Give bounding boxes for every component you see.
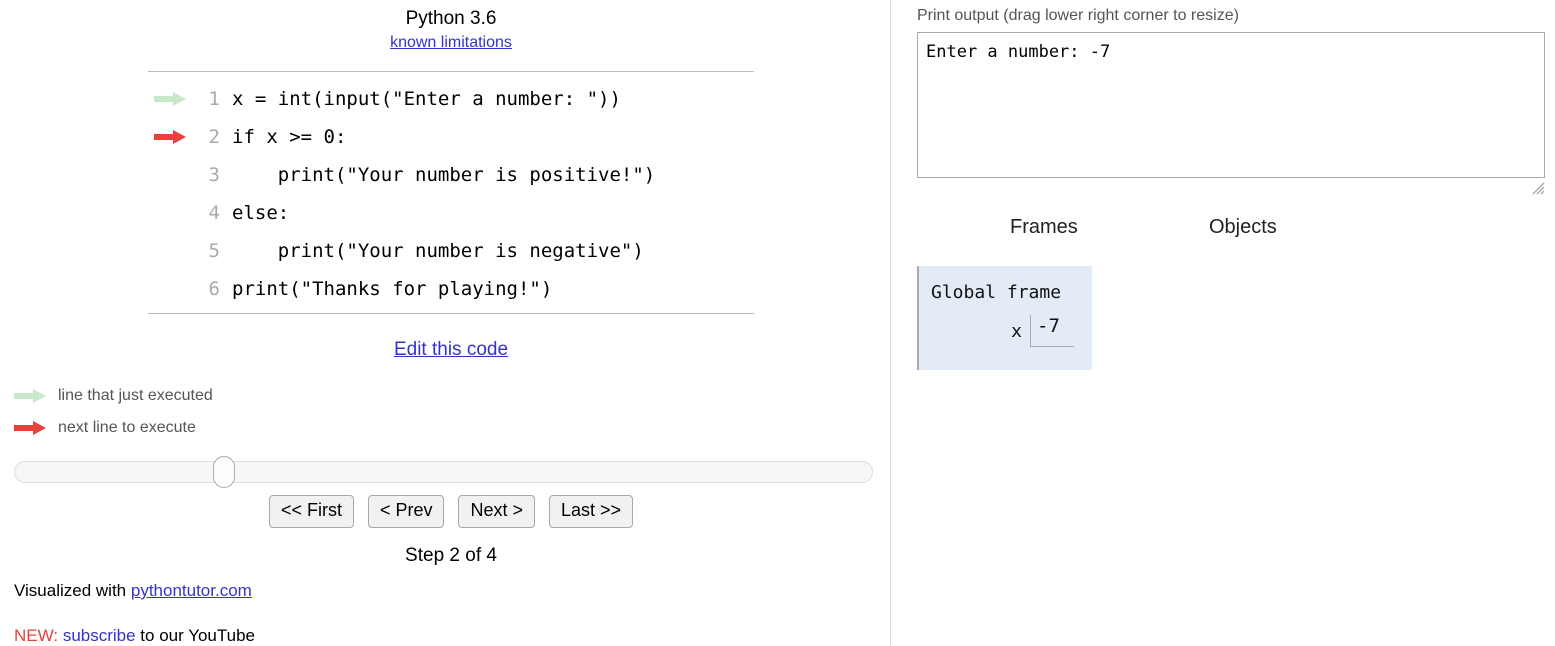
frame-variable-row: x -7 <box>919 315 1092 347</box>
line-number: 1 <box>208 88 220 110</box>
code-line-row: 2 if x >= 0: <box>148 118 655 156</box>
code-text[interactable]: print("Your number is negative") <box>232 232 655 270</box>
frame-variables: x -7 <box>919 315 1092 347</box>
step-controls: << First < Prev Next > Last >> <box>148 495 754 528</box>
code-line-row: 3 print("Your number is positive!") <box>148 156 656 194</box>
language-title: Python 3.6 <box>405 8 497 29</box>
print-output-label: Print output (drag lower right corner to… <box>917 7 1239 24</box>
objects-header: Objects <box>1209 216 1277 238</box>
execution-arrow-cell <box>148 232 194 270</box>
line-number: 2 <box>208 126 220 148</box>
slider-handle[interactable] <box>213 456 235 488</box>
just-executed-arrow-icon <box>154 92 188 106</box>
last-button[interactable]: Last >> <box>549 495 634 528</box>
frames-header: Frames <box>1010 216 1078 238</box>
execution-arrow-cell <box>148 118 194 156</box>
code-panel: Python 3.6 known limitations 1 x = int(i… <box>0 0 890 646</box>
execution-slider[interactable] <box>14 456 873 488</box>
legend-label-just-executed: line that just executed <box>58 387 213 404</box>
execution-arrow-cell <box>148 270 194 308</box>
code-bottom-divider <box>148 313 754 314</box>
line-number: 3 <box>208 164 220 186</box>
print-output-textarea[interactable] <box>917 32 1545 178</box>
pane-headers: Frames Objects <box>891 216 1555 246</box>
execution-legend: line that just executed next line to exe… <box>14 380 213 444</box>
code-text[interactable]: x = int(input("Enter a number: ")) <box>232 80 655 118</box>
subscribe-link[interactable]: subscribe <box>63 626 136 645</box>
just-executed-arrow-icon <box>14 389 48 403</box>
promo-suffix: to our YouTube <box>135 626 255 645</box>
code-line-row: 5 print("Your number is negative") <box>148 232 655 270</box>
credit-prefix: Visualized with <box>14 581 131 600</box>
legend-row-next-line: next line to execute <box>14 412 213 444</box>
next-button[interactable]: Next > <box>458 495 536 528</box>
code-listing: 1 x = int(input("Enter a number: ")) 2 i… <box>148 80 655 308</box>
credit-line: Visualized with pythontutor.com <box>14 581 252 601</box>
step-counter: Step 2 of 4 <box>405 545 497 566</box>
variable-name: x <box>1011 320 1022 342</box>
legend-label-next-line: next line to execute <box>58 419 196 436</box>
next-line-arrow-icon <box>154 130 188 144</box>
code-text[interactable]: if x >= 0: <box>232 118 655 156</box>
variable-value: -7 <box>1030 315 1074 347</box>
global-frame-title: Global frame <box>931 282 1062 303</box>
promo-new-badge: NEW: <box>14 626 59 645</box>
prev-button[interactable]: < Prev <box>367 495 445 528</box>
edit-this-code-link[interactable]: Edit this code <box>394 339 508 360</box>
pythontutor-link[interactable]: pythontutor.com <box>131 581 252 600</box>
edit-code: Edit this code <box>148 339 754 361</box>
line-number: 4 <box>208 202 220 224</box>
next-line-arrow-icon <box>14 421 48 435</box>
promo-line: NEW: subscribe to our YouTube <box>14 626 255 646</box>
global-frame: Global frame x -7 <box>917 266 1092 370</box>
code-text[interactable]: print("Your number is positive!") <box>232 156 656 194</box>
line-number: 5 <box>208 240 220 262</box>
execution-arrow-cell <box>148 194 194 232</box>
known-limitations-link[interactable]: known limitations <box>390 34 512 51</box>
line-number: 6 <box>208 278 220 300</box>
legend-row-just-executed: line that just executed <box>14 380 213 412</box>
code-text[interactable]: else: <box>232 194 655 232</box>
code-line-row: 4 else: <box>148 194 655 232</box>
execution-arrow-cell <box>148 156 194 194</box>
known-limitations: known limitations <box>148 34 754 52</box>
execution-arrow-cell <box>148 80 194 118</box>
code-text[interactable]: print("Thanks for playing!") <box>232 270 655 308</box>
first-button[interactable]: << First <box>268 495 354 528</box>
visualization-panel: Print output (drag lower right corner to… <box>891 0 1555 646</box>
resize-grip-icon[interactable] <box>1532 182 1545 195</box>
variable-value-cell: -7 <box>1030 315 1092 347</box>
code-top-divider <box>148 71 754 72</box>
code-line-row: 6 print("Thanks for playing!") <box>148 270 655 308</box>
code-line-row: 1 x = int(input("Enter a number: ")) <box>148 80 655 118</box>
